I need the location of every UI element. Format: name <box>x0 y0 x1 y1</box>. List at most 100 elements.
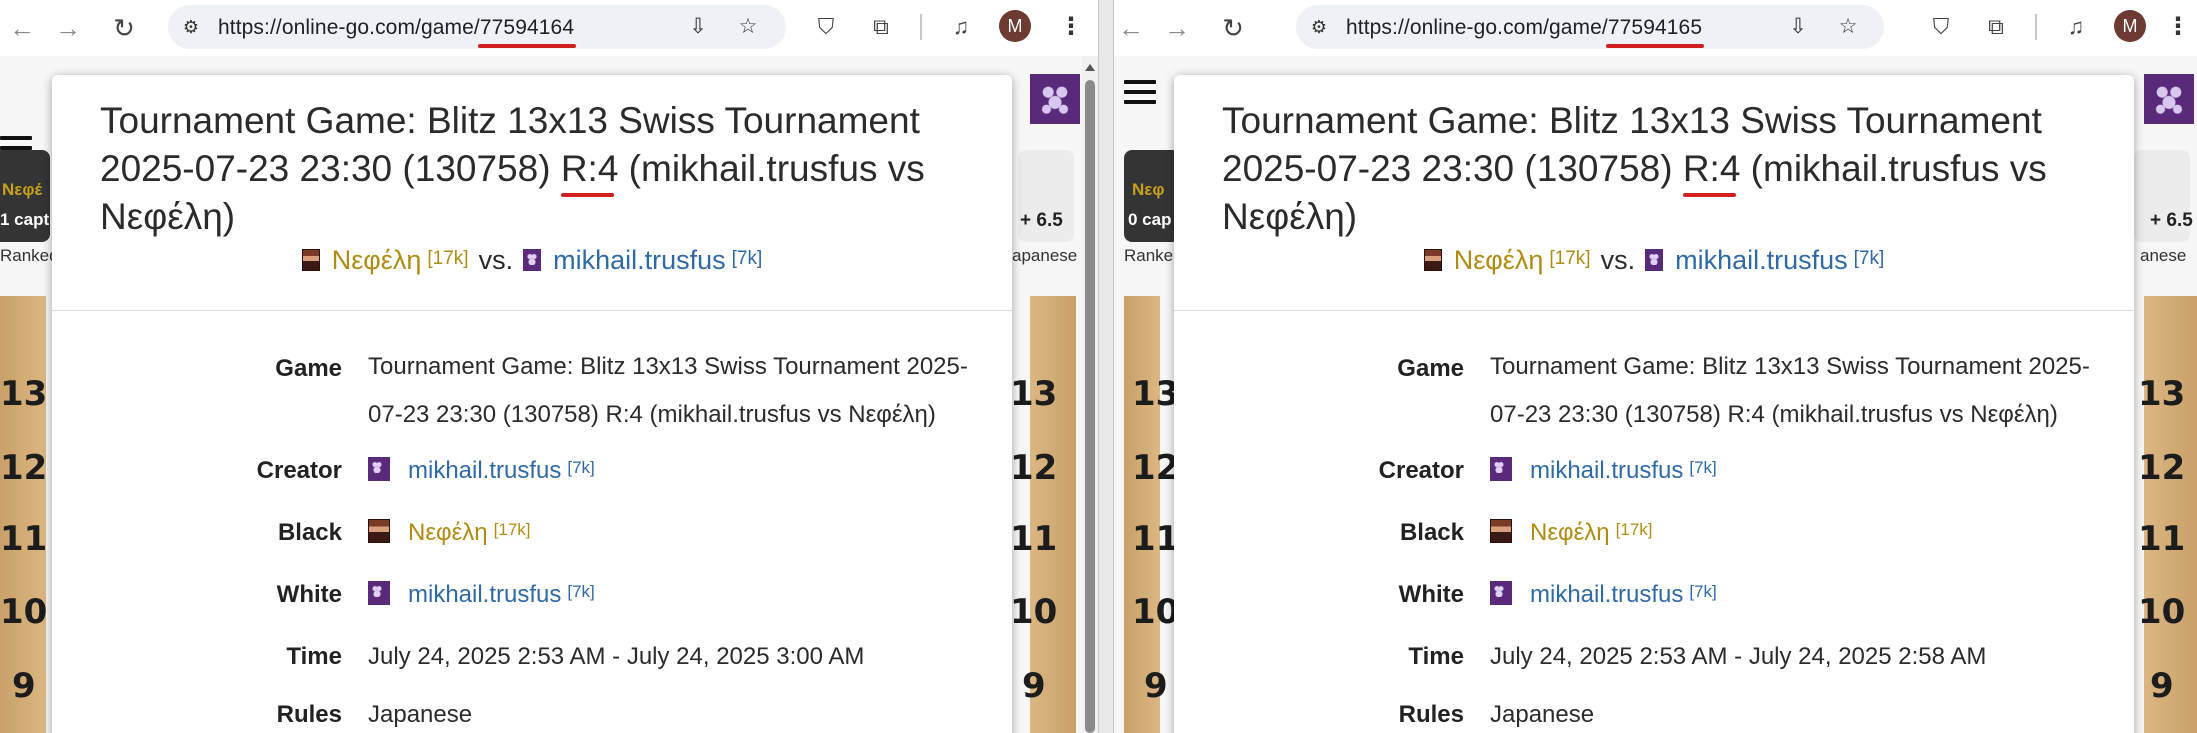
reload-icon[interactable]: ↻ <box>108 12 140 44</box>
board-coord: 10 <box>0 592 48 632</box>
bookmark-star-icon[interactable]: ☆ <box>736 15 760 39</box>
board-coord: 12 <box>1132 448 1180 488</box>
url-text[interactable]: https://online-go.com/game/77594165 <box>1346 16 1702 40</box>
board-coord: 11 <box>0 519 48 559</box>
time-value: July 24, 2025 2:53 AM - July 24, 2025 3:… <box>368 643 865 670</box>
toolbar-separator <box>2035 14 2037 40</box>
info-label: Rules <box>276 701 342 728</box>
scroll-up-arrow-icon[interactable] <box>1085 64 1095 71</box>
komi-value: + 6.5 <box>2150 210 2193 231</box>
players-line: Νεφέλη [17k] vs. mikhail.trusfus [7k] <box>1174 245 2134 276</box>
browser-window-right: ← → ↻ ⚙ https://online-go.com/game/77594… <box>1114 0 2197 733</box>
info-label: Rules <box>1398 701 1464 728</box>
player-card-name: Νεφ <box>1132 180 1165 199</box>
game-name-value: Tournament Game: Blitz 13x13 Swiss Tourn… <box>1490 353 2090 428</box>
creator-rank: [7k] <box>567 458 595 477</box>
round-underline: R:4 <box>560 148 619 189</box>
ranked-label: Ranke <box>1124 246 1174 265</box>
board-coord: 11 <box>1010 519 1058 559</box>
white-link[interactable]: mikhail.trusfus <box>1530 581 1683 608</box>
ublock-icon[interactable]: ⛉ <box>811 12 841 42</box>
game-id-underline: 77594164 <box>479 16 575 39</box>
time-value: July 24, 2025 2:53 AM - July 24, 2025 2:… <box>1490 643 1987 670</box>
creator-link[interactable]: mikhail.trusfus <box>408 457 561 484</box>
board-coord: 13 <box>1132 374 1180 414</box>
profile-avatar[interactable]: M <box>2114 10 2146 42</box>
site-settings-icon[interactable]: ⚙ <box>1308 16 1330 38</box>
board-coord: 11 <box>1132 519 1180 559</box>
reload-icon[interactable]: ↻ <box>1217 12 1249 44</box>
bookmark-star-icon[interactable]: ☆ <box>1836 15 1860 39</box>
black-player-card[interactable]: Νεφ 0 cap <box>1124 150 1180 242</box>
game-name-value: Tournament Game: Blitz 13x13 Swiss Tourn… <box>368 353 968 428</box>
extensions-icon[interactable]: ⧉ <box>1981 12 2011 42</box>
dialog-divider <box>1174 310 2134 311</box>
split-divider[interactable] <box>1098 0 1114 733</box>
dialog-title: Tournament Game: Blitz 13x13 Swiss Tourn… <box>1222 100 2047 237</box>
game-id-underline: 77594165 <box>1607 16 1703 39</box>
white-rank: [7k] <box>567 582 595 601</box>
white-player-card[interactable]: + 6.5 <box>1018 150 1074 242</box>
white-player-link[interactable]: mikhail.trusfus <box>553 245 726 275</box>
board-coord: 12 <box>2138 448 2186 488</box>
forward-icon[interactable]: → <box>1161 12 1193 44</box>
info-label: Creator <box>256 457 342 484</box>
address-bar[interactable]: ⚙ https://online-go.com/game/77594165 ⇩ … <box>1296 5 1884 49</box>
black-player-avatar <box>1423 249 1442 271</box>
rules-fragment: apanese <box>1012 246 1078 265</box>
white-avatar <box>368 581 390 605</box>
hamburger-menu-icon[interactable] <box>1124 80 1156 106</box>
back-icon[interactable]: ← <box>6 12 38 44</box>
komi-value: + 6.5 <box>1020 210 1063 231</box>
board-coord: 13 <box>1010 374 1058 414</box>
board-coord: 9 <box>2150 666 2174 706</box>
black-rank: [17k] <box>493 520 531 539</box>
site-settings-icon[interactable]: ⚙ <box>180 16 202 38</box>
creator-link[interactable]: mikhail.trusfus <box>1530 457 1683 484</box>
rules-value: Japanese <box>368 701 473 728</box>
white-rank: [7k] <box>1689 582 1717 601</box>
white-link[interactable]: mikhail.trusfus <box>408 581 561 608</box>
black-link[interactable]: Νεφέλη <box>1530 519 1610 546</box>
extensions-icon[interactable]: ⧉ <box>866 12 896 42</box>
black-link[interactable]: Νεφέλη <box>408 519 488 546</box>
black-player-card[interactable]: Νεφέ 1 capt <box>0 150 50 242</box>
creator-rank: [7k] <box>1689 458 1717 477</box>
info-label: Game <box>1397 355 1464 382</box>
player-card-name: Νεφέ <box>2 180 43 199</box>
scroll-thumb[interactable] <box>1085 80 1095 733</box>
board-coord: 9 <box>1022 666 1046 706</box>
install-app-icon[interactable]: ⇩ <box>686 15 710 39</box>
player-card-captures: 0 cap <box>1128 210 1172 229</box>
page-scrollbar[interactable] <box>1082 56 1098 733</box>
forward-icon[interactable]: → <box>52 12 84 44</box>
info-label: Game <box>275 355 342 382</box>
info-label: Time <box>286 643 342 670</box>
black-player-link[interactable]: Νεφέλη <box>1454 245 1544 275</box>
white-avatar <box>1490 581 1512 605</box>
white-player-card[interactable]: + 6.5 <box>2134 150 2193 242</box>
board-coord: 11 <box>2138 519 2186 559</box>
black-avatar <box>368 519 390 543</box>
install-app-icon[interactable]: ⇩ <box>1786 15 1810 39</box>
game-info-dialog: Tournament Game: Blitz 13x13 Swiss Tourn… <box>1174 75 2134 733</box>
menu-kebab-icon[interactable]: ⋮ <box>1059 12 1083 42</box>
url-text[interactable]: https://online-go.com/game/77594164 <box>218 16 574 40</box>
player-card-captures: 1 capt <box>0 210 50 229</box>
black-player-rank: [17k] <box>427 248 469 269</box>
board-coord: 13 <box>0 374 48 414</box>
address-bar[interactable]: ⚙ https://online-go.com/game/77594164 ⇩ … <box>168 5 786 49</box>
media-controls-icon[interactable]: ♫ <box>2061 12 2091 42</box>
black-avatar <box>1490 519 1512 543</box>
ublock-icon[interactable]: ⛉ <box>1926 12 1956 42</box>
menu-kebab-icon[interactable]: ⋮ <box>2166 12 2190 42</box>
black-player-avatar <box>301 249 320 271</box>
info-label: White <box>276 581 342 608</box>
profile-avatar[interactable]: M <box>999 10 1031 42</box>
board-coord: 10 <box>2138 592 2186 632</box>
media-controls-icon[interactable]: ♫ <box>946 12 976 42</box>
white-player-link[interactable]: mikhail.trusfus <box>1675 245 1848 275</box>
black-player-link[interactable]: Νεφέλη <box>332 245 422 275</box>
players-line: Νεφέλη [17k] vs. mikhail.trusfus [7k] <box>52 245 1012 276</box>
back-icon[interactable]: ← <box>1115 12 1147 44</box>
